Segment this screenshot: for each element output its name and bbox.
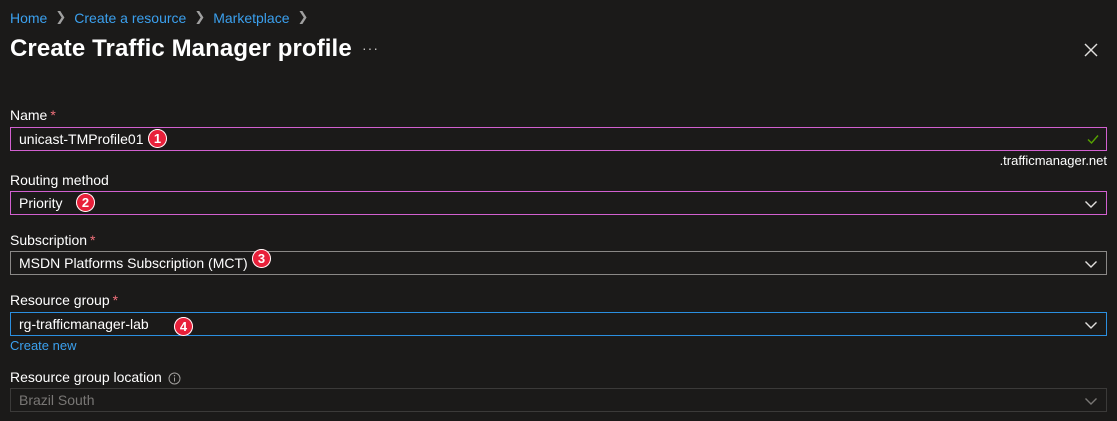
name-input[interactable]: unicast-TMProfile01 (10, 127, 1107, 151)
chevron-down-icon (1085, 261, 1097, 268)
create-traffic-manager-page: Home ❯ Create a resource ❯ Marketplace ❯… (0, 0, 1117, 421)
checkmark-icon (1087, 135, 1099, 145)
required-marker: * (50, 107, 56, 123)
chevron-right-icon: ❯ (194, 9, 206, 24)
page-title: Create Traffic Manager profile (10, 35, 352, 62)
subscription-value: MSDN Platforms Subscription (MCT) (19, 255, 248, 271)
resource-group-label-text: Resource group (10, 292, 110, 308)
resource-group-location-label-text: Resource group location (10, 369, 162, 385)
step-badge-1: 1 (148, 129, 167, 148)
resource-group-location-select: Brazil South (10, 388, 1107, 412)
resource-group-location-value: Brazil South (19, 392, 95, 408)
chevron-down-icon (1085, 322, 1097, 329)
step-badge-2: 2 (76, 193, 95, 212)
chevron-down-icon (1085, 398, 1097, 405)
chevron-right-icon: ❯ (297, 9, 309, 24)
info-icon[interactable] (168, 372, 181, 385)
chevron-down-icon (1085, 201, 1097, 208)
name-input-value: unicast-TMProfile01 (19, 131, 144, 147)
required-marker: * (112, 292, 119, 308)
name-label: Name * (10, 107, 56, 123)
subscription-label: Subscription * (10, 232, 96, 248)
breadcrumb-marketplace[interactable]: Marketplace (213, 10, 289, 26)
chevron-right-icon: ❯ (55, 9, 67, 24)
name-label-text: Name (10, 107, 48, 123)
step-badge-4: 4 (174, 317, 193, 336)
resource-group-label: Resource group * (10, 292, 118, 308)
close-icon[interactable] (1082, 41, 1100, 59)
routing-method-label: Routing method (10, 172, 109, 188)
routing-method-select[interactable]: Priority (10, 191, 1107, 215)
breadcrumb-create-resource[interactable]: Create a resource (74, 10, 186, 26)
subscription-select[interactable]: MSDN Platforms Subscription (MCT) (10, 251, 1107, 275)
routing-method-label-text: Routing method (10, 172, 109, 188)
subscription-label-text: Subscription (10, 232, 88, 248)
breadcrumb-home[interactable]: Home (10, 10, 47, 26)
routing-method-value: Priority (19, 195, 63, 211)
resource-group-location-label: Resource group location (10, 369, 181, 385)
resource-group-value: rg-trafficmanager-lab (19, 316, 149, 332)
domain-suffix: .trafficmanager.net (999, 153, 1107, 168)
breadcrumb: Home ❯ Create a resource ❯ Marketplace ❯ (10, 9, 316, 26)
step-badge-3: 3 (252, 249, 271, 268)
required-marker: * (90, 232, 96, 248)
more-options-button[interactable]: ··· (362, 40, 379, 56)
create-new-link[interactable]: Create new (10, 338, 76, 353)
